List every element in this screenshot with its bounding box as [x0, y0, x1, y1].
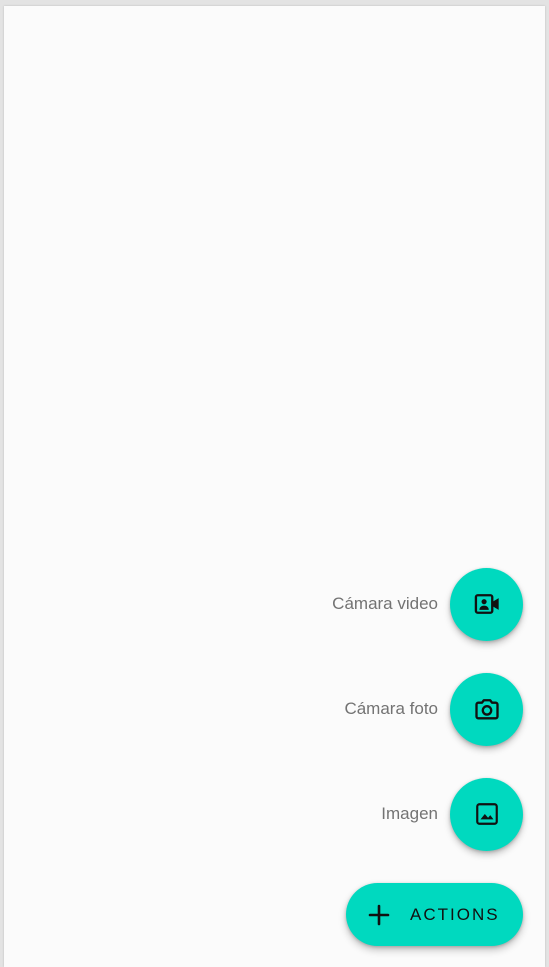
video-camera-button[interactable] — [450, 567, 523, 641]
fab-item-photo[interactable]: Cámara foto — [344, 672, 523, 746]
fab-label-video: Cámara video — [332, 594, 438, 613]
image-icon — [474, 801, 500, 827]
video-camera-icon — [473, 590, 501, 618]
actions-fab-button[interactable]: ACTIONS — [346, 883, 523, 946]
fab-label-image: Imagen — [381, 804, 438, 823]
actions-fab-label: ACTIONS — [410, 904, 500, 924]
plus-icon — [368, 904, 390, 926]
fab-item-image[interactable]: Imagen — [381, 777, 523, 851]
photo-camera-button[interactable] — [450, 672, 523, 746]
fab-item-video[interactable]: Cámara video — [332, 567, 523, 641]
fab-label-photo: Cámara foto — [344, 699, 438, 718]
photo-camera-icon — [473, 695, 501, 723]
image-button[interactable] — [450, 777, 523, 851]
app-screen: Cámara video Cámara foto Imagen ACTIONS — [4, 6, 545, 967]
